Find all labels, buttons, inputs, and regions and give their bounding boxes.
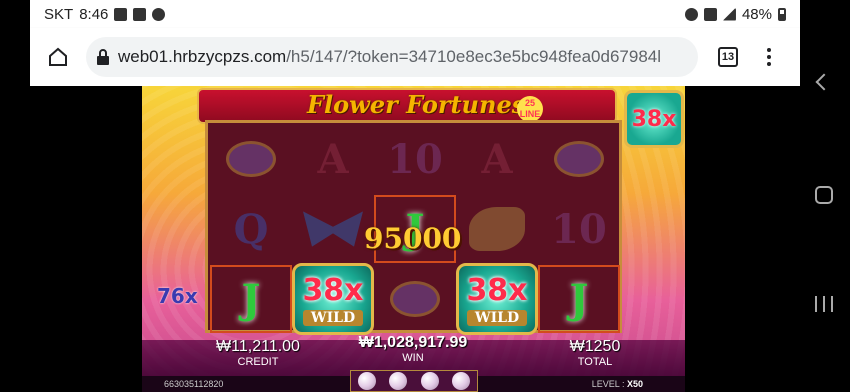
status-bar: SKT 8:46 48% <box>30 0 800 28</box>
total-value: ₩1250 <box>569 338 621 355</box>
reel-cell-a: A <box>481 135 513 183</box>
win-display: ₩1,028,917.99 WIN <box>328 334 498 364</box>
browser-toolbar: web01.hrbzycpzs.com/h5/147/?token=34710e… <box>30 28 800 86</box>
b-app-icon <box>133 7 147 21</box>
lte-icon <box>703 7 717 21</box>
reel-cell-coin <box>538 125 620 193</box>
battery-icon <box>778 7 786 21</box>
back-button[interactable] <box>815 73 833 91</box>
carrier-label: SKT <box>44 5 74 23</box>
bird-symbol-icon <box>469 207 525 251</box>
level-label: LEVEL : <box>591 379 625 389</box>
url-path: /h5/147/?token=34710e8ec3e5bc948fea0d679… <box>286 47 662 66</box>
wild-label: WILD <box>302 309 364 326</box>
url-host: web01.hrbzycpzs.com <box>118 47 287 66</box>
butterfly-symbol-icon <box>303 211 363 247</box>
wild-symbol: 38x WILD <box>292 263 374 335</box>
pearl-icon <box>357 372 376 390</box>
coin-symbol-icon <box>226 141 276 177</box>
slot-game[interactable]: Flower Fortunes 25 LINE 38x 76x A 10 A Q… <box>142 86 685 392</box>
line-win-amount: 95000 <box>364 222 462 255</box>
reel-cell-q: Q <box>233 205 269 253</box>
lines-badge: 25 LINE <box>517 96 543 122</box>
reel-cell-coin <box>374 265 456 333</box>
reel-cell-coin <box>210 125 292 193</box>
overflow-menu-button[interactable] <box>762 48 776 66</box>
credit-display: ₩11,211.00 CREDIT <box>208 338 308 368</box>
game-id: 663035112820 <box>164 379 224 389</box>
bonus-pearls[interactable] <box>350 370 478 392</box>
credit-value: ₩11,211.00 <box>216 338 300 355</box>
reel-cell-j-winning: J <box>210 265 292 333</box>
home-icon <box>49 47 67 66</box>
reel-cell-butterfly <box>292 195 374 263</box>
reel-cell-j-winning: J <box>538 265 620 333</box>
lock-icon <box>97 49 109 65</box>
chat-icon <box>152 7 166 21</box>
pearl-icon <box>389 372 408 390</box>
coin-symbol-icon <box>390 281 440 317</box>
home-button[interactable] <box>36 35 80 79</box>
wild-multiplier: 38x <box>466 272 528 308</box>
coin-symbol-icon <box>554 141 604 177</box>
wild-symbol: 38x WILD <box>456 263 538 335</box>
side-multiplier: 76x <box>157 284 198 308</box>
gallery-icon <box>114 7 128 21</box>
alarm-icon <box>684 7 698 21</box>
game-logo: Flower Fortunes <box>307 90 526 119</box>
reel-cell-a: A <box>317 135 349 183</box>
battery-percent: 48% <box>741 5 772 23</box>
reel-cell-bird <box>456 195 538 263</box>
system-nav-bar <box>800 0 850 392</box>
url-text: web01.hrbzycpzs.com/h5/147/?token=34710e… <box>118 47 661 67</box>
wild-multiplier: 38x <box>302 272 364 308</box>
total-bet-display: ₩1250 TOTAL <box>560 338 630 368</box>
reel-cell-10: 10 <box>551 205 607 253</box>
clock: 8:46 <box>79 5 109 23</box>
total-label: TOTAL <box>577 356 613 368</box>
pearl-icon <box>420 372 439 390</box>
corner-multiplier: 38x <box>624 90 684 148</box>
pearl-icon <box>452 372 471 390</box>
home-nav-button[interactable] <box>815 186 833 204</box>
level-indicator: LEVEL : X50 <box>592 379 643 389</box>
recent-apps-button[interactable] <box>815 296 833 312</box>
win-label: WIN <box>402 352 424 364</box>
reel-cell-10: 10 <box>387 135 443 183</box>
tab-switcher-button[interactable]: 13 <box>718 47 738 67</box>
credit-label: CREDIT <box>237 356 279 368</box>
address-bar[interactable]: web01.hrbzycpzs.com/h5/147/?token=34710e… <box>86 37 698 77</box>
wild-label: WILD <box>466 309 528 326</box>
level-value: X50 <box>626 379 643 389</box>
win-value: ₩1,028,917.99 <box>358 334 468 351</box>
signal-icon <box>722 7 736 21</box>
